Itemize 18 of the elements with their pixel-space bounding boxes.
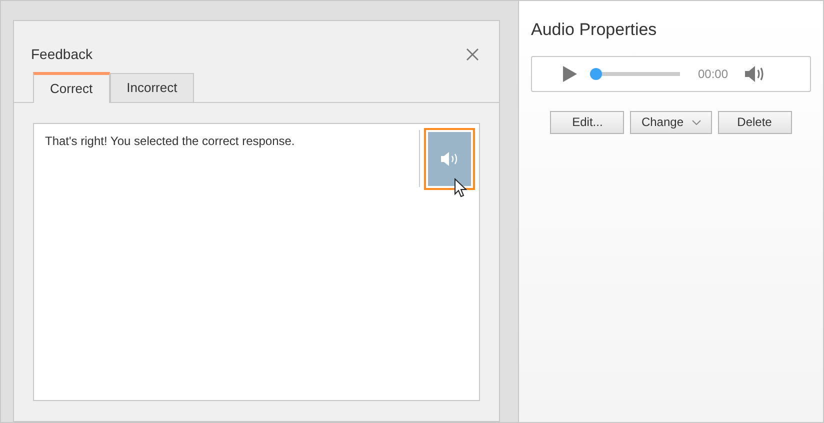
- dialog-title: Feedback: [31, 44, 92, 64]
- audio-button[interactable]: [424, 128, 475, 190]
- progress-thumb[interactable]: [590, 68, 602, 80]
- close-icon[interactable]: [466, 48, 479, 60]
- action-button[interactable]: Edit...: [550, 110, 624, 134]
- volume-icon[interactable]: [744, 64, 766, 82]
- tab[interactable]: Correct: [33, 72, 110, 103]
- play-icon[interactable]: [562, 64, 578, 82]
- dropdown-button[interactable]: Change: [630, 110, 712, 134]
- action-button[interactable]: Delete: [718, 110, 792, 134]
- feedback-editor[interactable]: That's right! You selected the correct response.: [33, 123, 480, 401]
- feedback-text: That's right! You selected the correct response.: [45, 133, 295, 150]
- pointer-icon: [454, 178, 467, 198]
- tab[interactable]: Incorrect: [110, 73, 194, 102]
- panel-title: Audio Properties: [531, 19, 658, 41]
- time-text: 00:00: [698, 66, 728, 82]
- chevron-icon: [692, 120, 701, 124]
- speaker-icon: [440, 151, 460, 167]
